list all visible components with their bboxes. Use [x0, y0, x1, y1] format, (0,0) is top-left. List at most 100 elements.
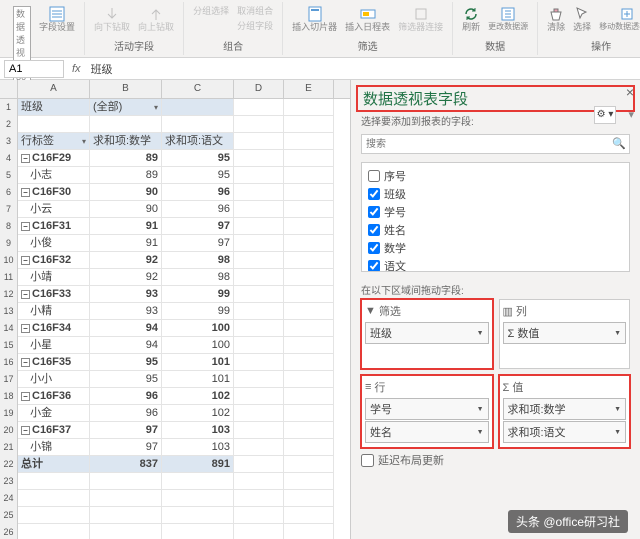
insert-timeline-button[interactable]: 插入日程表: [342, 4, 393, 35]
cell[interactable]: [90, 507, 162, 524]
row-header[interactable]: 7: [0, 201, 18, 218]
expand-icon[interactable]: –: [21, 256, 30, 265]
cell[interactable]: [284, 235, 334, 252]
insert-slicer-button[interactable]: 插入切片器: [289, 4, 340, 35]
cell[interactable]: 小锦: [18, 439, 90, 456]
cell[interactable]: [162, 473, 234, 490]
cell[interactable]: 96: [162, 201, 234, 218]
row-header[interactable]: 1: [0, 99, 18, 116]
cell[interactable]: [284, 320, 334, 337]
cell[interactable]: 行标签▾: [18, 133, 90, 150]
cell[interactable]: 96: [90, 405, 162, 422]
expand-icon[interactable]: –: [21, 290, 30, 299]
cell[interactable]: 小云: [18, 201, 90, 218]
cell[interactable]: [284, 184, 334, 201]
area-pill[interactable]: Σ 数值▼: [503, 322, 627, 344]
field-settings-button[interactable]: 字段设置: [36, 4, 78, 35]
close-icon[interactable]: ×: [626, 84, 634, 100]
col-header[interactable]: E: [284, 80, 334, 98]
cell[interactable]: [234, 252, 284, 269]
row-header[interactable]: 17: [0, 371, 18, 388]
cell[interactable]: 小俊: [18, 235, 90, 252]
cell[interactable]: [234, 218, 284, 235]
chevron-down-icon[interactable]: ▼: [614, 406, 621, 413]
cell[interactable]: 97: [90, 422, 162, 439]
cell[interactable]: 小星: [18, 337, 90, 354]
area-pill[interactable]: 求和项:数学▼: [503, 398, 627, 420]
values-area[interactable]: Σ 值 求和项:数学▼求和项:语文▼: [499, 375, 631, 448]
field-checkbox[interactable]: [368, 188, 380, 200]
row-header[interactable]: 11: [0, 269, 18, 286]
dropdown-icon[interactable]: ▾: [628, 108, 634, 121]
columns-area[interactable]: ▥列 Σ 数值▼: [499, 299, 631, 369]
cell[interactable]: 103: [162, 439, 234, 456]
row-header[interactable]: 24: [0, 490, 18, 507]
cell[interactable]: 总计: [18, 456, 90, 473]
field-item[interactable]: 语文: [366, 257, 625, 272]
cell[interactable]: [284, 371, 334, 388]
cell[interactable]: 98: [162, 269, 234, 286]
cell[interactable]: –C16F29: [18, 150, 90, 167]
name-box[interactable]: [4, 60, 64, 78]
cell[interactable]: –C16F33: [18, 286, 90, 303]
cell[interactable]: [284, 405, 334, 422]
cell[interactable]: 94: [90, 337, 162, 354]
row-header[interactable]: 22: [0, 456, 18, 473]
defer-checkbox[interactable]: [361, 454, 374, 467]
cell[interactable]: 93: [90, 286, 162, 303]
cell[interactable]: [234, 99, 284, 116]
chevron-down-icon[interactable]: ▼: [614, 429, 621, 436]
cell[interactable]: [234, 456, 284, 473]
cell[interactable]: 97: [162, 235, 234, 252]
cell[interactable]: [234, 235, 284, 252]
row-header[interactable]: 26: [0, 524, 18, 539]
cell[interactable]: [162, 524, 234, 539]
cell[interactable]: [234, 133, 284, 150]
row-header[interactable]: 6: [0, 184, 18, 201]
cell[interactable]: –C16F36: [18, 388, 90, 405]
cell[interactable]: [284, 286, 334, 303]
cell[interactable]: [234, 116, 284, 133]
field-checkbox[interactable]: [368, 170, 380, 182]
cell[interactable]: (全部)▾: [90, 99, 162, 116]
cell[interactable]: [234, 320, 284, 337]
row-header[interactable]: 14: [0, 320, 18, 337]
cell[interactable]: [234, 524, 284, 539]
row-header[interactable]: 16: [0, 354, 18, 371]
cell[interactable]: 89: [90, 150, 162, 167]
cell[interactable]: 102: [162, 405, 234, 422]
area-pill[interactable]: 求和项:语文▼: [503, 421, 627, 443]
row-header[interactable]: 5: [0, 167, 18, 184]
cell[interactable]: 92: [90, 252, 162, 269]
cell[interactable]: 97: [90, 439, 162, 456]
refresh-button[interactable]: 刷新: [459, 4, 483, 35]
select-button[interactable]: 选择: [570, 4, 594, 35]
cell[interactable]: [18, 507, 90, 524]
cell[interactable]: [284, 150, 334, 167]
row-header[interactable]: 20: [0, 422, 18, 439]
cell[interactable]: [284, 116, 334, 133]
cell[interactable]: [284, 507, 334, 524]
rows-area[interactable]: ≡行 学号▼姓名▼: [361, 375, 493, 448]
clear-button[interactable]: 清除: [544, 4, 568, 35]
cell[interactable]: –C16F31: [18, 218, 90, 235]
field-checkbox[interactable]: [368, 224, 380, 236]
row-header[interactable]: 2: [0, 116, 18, 133]
field-item[interactable]: 学号: [366, 203, 625, 221]
cell[interactable]: [162, 99, 234, 116]
row-dropdown-icon[interactable]: ▾: [82, 133, 86, 150]
cell[interactable]: 95: [90, 354, 162, 371]
row-header[interactable]: 3: [0, 133, 18, 150]
cell[interactable]: [234, 422, 284, 439]
chevron-down-icon[interactable]: ▼: [477, 429, 484, 436]
cell[interactable]: 90: [90, 184, 162, 201]
filter-area[interactable]: ▼筛选 班级▼: [361, 299, 493, 369]
row-header[interactable]: 4: [0, 150, 18, 167]
cell[interactable]: 小金: [18, 405, 90, 422]
row-header[interactable]: 13: [0, 303, 18, 320]
cell[interactable]: 96: [162, 184, 234, 201]
cell[interactable]: 班级: [18, 99, 90, 116]
field-item[interactable]: 数学: [366, 239, 625, 257]
expand-icon[interactable]: –: [21, 426, 30, 435]
cell[interactable]: 小小: [18, 371, 90, 388]
